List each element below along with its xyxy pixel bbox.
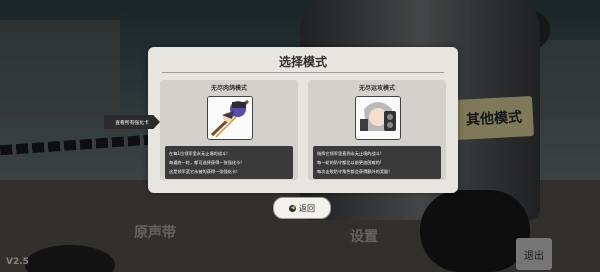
- speaker-character-icon: [356, 97, 400, 139]
- weapon-character-icon: [208, 97, 252, 139]
- back-arrow-icon: ◀: [289, 204, 296, 212]
- back-button-label: 返回: [299, 203, 315, 213]
- description-line: 这是领军蓝它永被的获得一张强化卡!: [169, 169, 238, 174]
- description-line: 在每1位领军里永无止境的战斗!: [169, 151, 228, 156]
- description-line: 每一轮的防守都比以前更加困难的!: [317, 160, 382, 165]
- description-line: 指挥它领军里直到永无止境的战斗!: [317, 151, 382, 156]
- mode-illustration: [207, 96, 253, 140]
- mode-illustration: [355, 96, 401, 140]
- mode-card-endless-offense[interactable]: 无尽运攻模式 指挥它领军里直到永无止境的战斗! 每一轮的防守都比以前更加困难的!…: [308, 80, 446, 180]
- mode-description: 在每1位领军里永无止境的战斗! 每通终一轮，都可选择获得一张强化卡! 这是领军蓝…: [165, 146, 293, 179]
- mode-title: 无尽肉鸽模式: [210, 85, 247, 92]
- title-divider: [162, 72, 444, 73]
- dialog-title: 选择模式: [278, 55, 327, 69]
- view-all-cards-button[interactable]: 查看所有强化卡: [104, 115, 160, 129]
- mode-description: 指挥它领军里直到永无止境的战斗! 每一轮的防守都比以前更加困难的! 每次击败防守…: [313, 146, 441, 179]
- description-line: 每次击败防守角色都会获得额外的奖励!: [317, 169, 390, 174]
- game-screen: 其他模式 原声带 设置 退出 V2.5 选择模式 无尽肉鸽模式 在每1位领军里永…: [0, 0, 600, 272]
- mode-select-dialog: 选择模式 无尽肉鸽模式 在每1位领军里永无止境的战斗! 每通终一轮，都可选择获得…: [148, 47, 458, 193]
- mode-card-endless-roguelike[interactable]: 无尽肉鸽模式 在每1位领军里永无止境的战斗! 每通终一轮，都可选择获得一张强化卡…: [160, 80, 298, 180]
- mode-title: 无尽运攻模式: [358, 85, 395, 92]
- description-line: 每通终一轮，都可选择获得一张强化卡!: [169, 160, 242, 165]
- back-button[interactable]: ◀ 返回: [273, 197, 331, 219]
